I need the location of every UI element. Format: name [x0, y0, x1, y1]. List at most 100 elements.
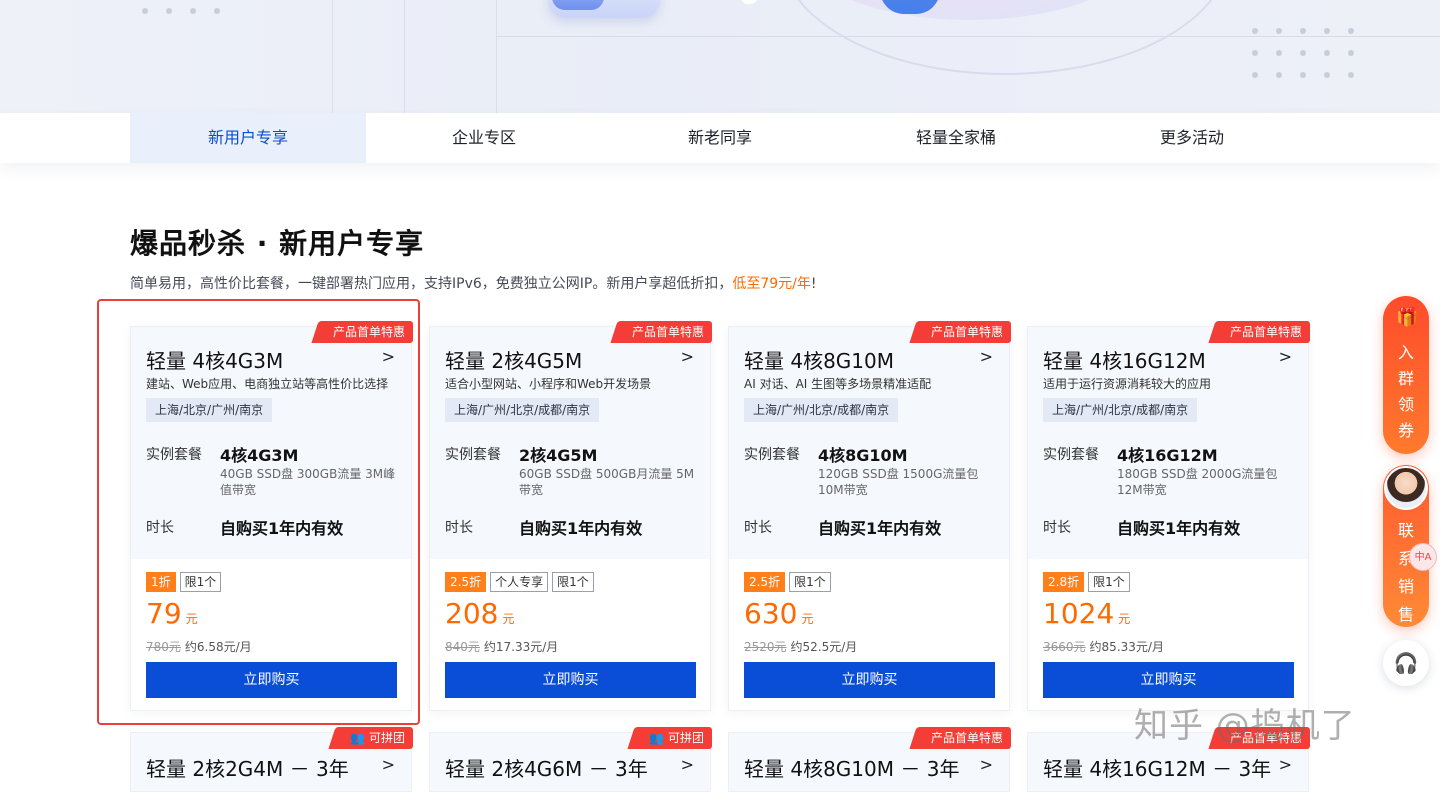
ribbon-text: 产品首单特惠 [930, 731, 1003, 745]
duration-label: 时长 [445, 520, 473, 536]
price: 208 元 [445, 597, 514, 630]
duration-label: 时长 [1043, 520, 1071, 536]
buy-now-button[interactable]: 立即购买 [1043, 662, 1294, 698]
spec-detail: 120GB SSD盘 1500G流量包 10M带宽 [818, 467, 979, 497]
duration-value: 自购买1年内有效 [519, 519, 643, 538]
spec-value: 2核4G5M [519, 446, 598, 465]
monthly-price: 约52.5元/月 [790, 640, 858, 654]
chevron-right-icon[interactable]: > [980, 347, 993, 366]
spec-value: 4核8G10M [818, 446, 908, 465]
product-description: 适用于运行资源消耗较大的应用 [1043, 377, 1212, 391]
price-unit: 元 [502, 612, 515, 626]
price-unit: 元 [801, 612, 814, 626]
discount-tag: 2.5折 [744, 572, 786, 592]
chevron-right-icon[interactable]: > [1279, 347, 1292, 366]
product-card[interactable]: 产品首单特惠 轻量 2核4G5M > 适合小型网站、小程序和Web开发场景 上海… [429, 321, 712, 711]
section-title: 爆品秒杀 · 新用户专享 [130, 227, 425, 260]
promo-ribbon: 产品首单特惠 [916, 727, 1011, 749]
monthly-price: 约85.33元/月 [1089, 640, 1164, 654]
spec-label: 实例套餐 [1043, 447, 1099, 463]
original-price-value: 3660元 [1043, 640, 1086, 654]
chevron-right-icon[interactable]: > [681, 347, 694, 366]
ribbon-text: 可拼团 [667, 731, 704, 745]
product-description: AI 对话、AI 生图等多场景精准适配 [744, 377, 932, 391]
subtitle-highlight: 低至79元/年 [732, 276, 811, 292]
group-users-icon: 👥 [350, 731, 365, 745]
subtitle-end: ! [810, 276, 817, 292]
tab-enterprise[interactable]: 企业专区 [366, 113, 602, 163]
chevron-right-icon[interactable]: > [1279, 755, 1292, 774]
promo-tabs: 新用户专享 企业专区 新老同享 轻量全家桶 更多活动 [0, 113, 1440, 163]
chevron-right-icon[interactable]: > [382, 755, 395, 774]
product-card[interactable]: 产品首单特惠 轻量 4核8G10M > AI 对话、AI 生图等多场景精准适配 … [728, 321, 1011, 711]
limit-tag: 限1个 [552, 572, 594, 592]
spec-value: 4核16G12M [1117, 446, 1218, 465]
region-badge: 上海/广州/北京/成都/南京 [744, 398, 899, 422]
price-value: 1024 [1043, 597, 1115, 630]
contact-sales-button[interactable]: 联系销售 中A [1383, 465, 1437, 627]
banner-ring-graphic [780, 0, 1230, 75]
price: 1024 元 [1043, 597, 1130, 630]
promo-ribbon: 产品首单特惠 [916, 321, 1011, 343]
original-price-value: 840元 [445, 640, 480, 654]
sales-label: 联系销售 [1397, 521, 1414, 624]
price: 630 元 [744, 597, 813, 630]
tab-more-activities[interactable]: 更多活动 [1074, 113, 1310, 163]
discount-tag: 2.8折 [1043, 572, 1085, 592]
buy-now-button[interactable]: 立即购买 [445, 662, 696, 698]
customer-service-headset-icon[interactable]: 🎧 [1383, 640, 1429, 686]
selection-highlight-box [97, 299, 420, 725]
spec-label: 实例套餐 [445, 447, 501, 463]
tab-new-user[interactable]: 新用户专享 [130, 113, 366, 163]
price-value: 630 [744, 597, 798, 630]
duration-label: 时长 [744, 520, 772, 536]
duration-value: 自购买1年内有效 [818, 519, 942, 538]
promo-ribbon: 👥 可拼团 [635, 727, 712, 749]
original-price: 3660元 约85.33元/月 [1043, 638, 1164, 655]
original-price: 2520元 约52.5元/月 [744, 638, 857, 655]
banner-divider [496, 0, 497, 113]
group-users-icon: 👥 [649, 731, 664, 745]
watermark: 知乎 @捣机了 [1134, 706, 1356, 746]
limit-tag: 限1个 [1088, 572, 1130, 592]
subtitle-text: 简单易用，高性价比套餐，一键部署热门应用，支持IPv6，免费独立公网IP。新用户… [130, 276, 733, 292]
section-subtitle: 简单易用，高性价比套餐，一键部署热门应用，支持IPv6，免费独立公网IP。新用户… [130, 273, 817, 293]
chevron-right-icon[interactable]: > [681, 755, 694, 774]
duration-value: 自购买1年内有效 [1117, 519, 1241, 538]
spec-label: 实例套餐 [744, 447, 800, 463]
sales-avatar [1384, 466, 1428, 510]
product-description: 适合小型网站、小程序和Web开发场景 [445, 377, 652, 391]
region-badge: 上海/广州/北京/成都/南京 [445, 398, 600, 422]
limit-tag: 个人专享 [490, 572, 549, 592]
join-group-coupon-button[interactable]: 🎁 入群领券 [1383, 296, 1429, 454]
promo-ribbon: 产品首单特惠 [1215, 321, 1310, 343]
ribbon-text: 可拼团 [368, 731, 405, 745]
product-card[interactable]: 👥 可拼团 轻量 2核4G6M － 3年 > [429, 727, 712, 792]
promo-ribbon: 👥 可拼团 [336, 727, 413, 749]
chevron-right-icon[interactable]: > [980, 755, 993, 774]
promo-ribbon: 产品首单特惠 [617, 321, 712, 343]
product-card[interactable]: 产品首单特惠 轻量 4核16G12M > 适用于运行资源消耗较大的应用 上海/广… [1027, 321, 1310, 711]
original-price-value: 2520元 [744, 640, 787, 654]
product-card[interactable]: 👥 可拼团 轻量 2核2G4M － 3年 > [130, 727, 413, 792]
monthly-price: 约17.33元/月 [483, 640, 559, 654]
discount-tag: 2.5折 [445, 572, 487, 592]
tag-list: 2.5折 个人专享 限1个 [445, 572, 594, 592]
limit-tag: 限1个 [789, 572, 831, 592]
price-unit: 元 [1118, 612, 1131, 626]
tab-all-users[interactable]: 新老同享 [602, 113, 838, 163]
product-name[interactable]: 轻量 4核8G10M [744, 345, 894, 374]
tab-bundle[interactable]: 轻量全家桶 [838, 113, 1074, 163]
banner-divider [404, 0, 405, 113]
spec-detail: 180GB SSD盘 2000G流量包 12M带宽 [1117, 467, 1278, 497]
coupon-label: 入群领券 [1397, 343, 1414, 440]
product-card[interactable]: 产品首单特惠 轻量 4核8G10M － 3年 > [728, 727, 1011, 792]
product-name[interactable]: 轻量 4核16G12M [1043, 345, 1206, 374]
hero-banner [0, 0, 1440, 113]
spec-detail: 60GB SSD盘 500GB月流量 5M带宽 [519, 467, 695, 497]
buy-now-button[interactable]: 立即购买 [744, 662, 995, 698]
product-name[interactable]: 轻量 2核4G5M [445, 345, 582, 374]
translate-badge[interactable]: 中A [1409, 543, 1437, 571]
region-badge: 上海/广州/北京/成都/南京 [1043, 398, 1198, 422]
price-value: 208 [445, 597, 499, 630]
